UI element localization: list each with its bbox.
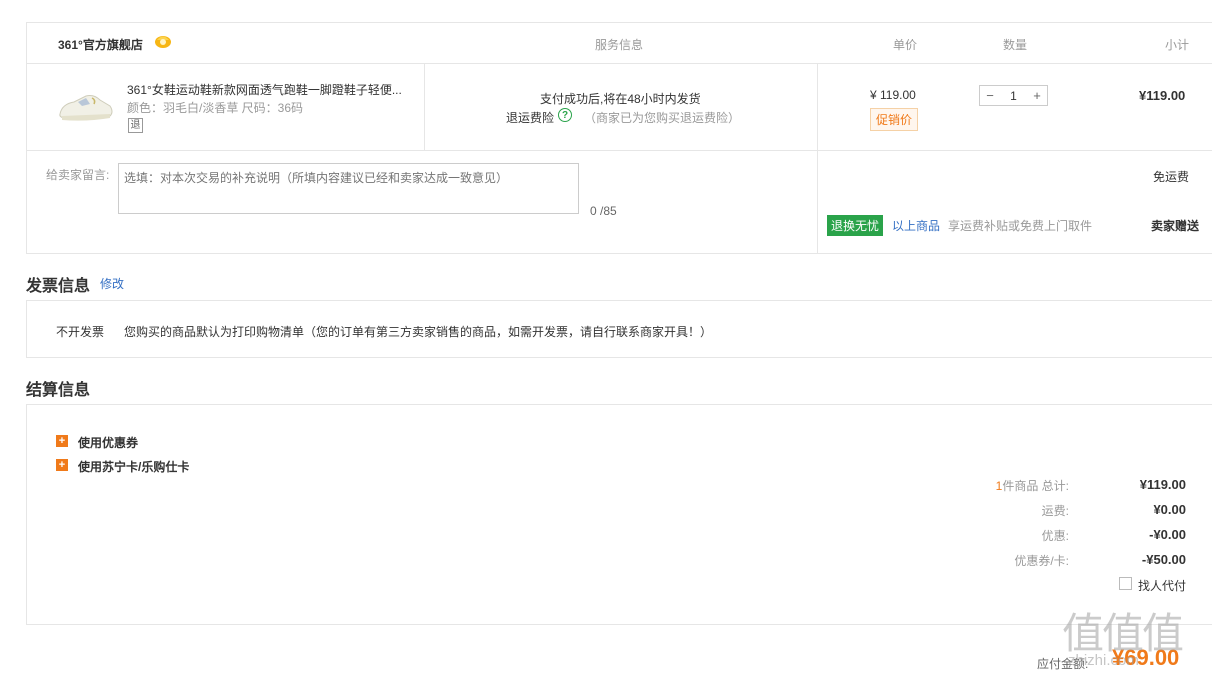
- product-spec: 颜色：羽毛白/淡香草 尺码：36码: [127, 101, 304, 115]
- expand-plus-icon[interactable]: +: [56, 459, 68, 471]
- qty-minus-button[interactable]: −: [980, 88, 1000, 103]
- divider: [817, 64, 818, 150]
- product-thumbnail[interactable]: [56, 82, 116, 128]
- item-subtotal: ¥119.00: [1139, 88, 1186, 103]
- col-subtotal: 小计: [1165, 38, 1190, 52]
- qty-value[interactable]: 1: [1001, 89, 1027, 103]
- summary-total-label: 1件商品 总计:: [995, 479, 1069, 493]
- divider: [817, 151, 818, 253]
- col-service: 服务信息: [595, 38, 644, 52]
- delivery-promise: 支付成功后,将在48小时内发货: [540, 92, 701, 106]
- summary-coupon-label: 优惠券/卡:: [1014, 554, 1069, 568]
- col-qty: 数量: [1003, 38, 1028, 52]
- unit-price: ¥ 119.00: [870, 88, 916, 102]
- watermark-url: zhizhi.com: [1068, 652, 1139, 669]
- summary-shipping-label: 运费:: [1041, 504, 1069, 518]
- return-goods-link[interactable]: 以上商品: [892, 217, 940, 234]
- expand-plus-icon[interactable]: +: [56, 435, 68, 447]
- summary-shipping-value: ¥0.00: [1153, 502, 1186, 517]
- col-price: 单价: [893, 38, 918, 52]
- invoice-title: 发票信息: [26, 278, 91, 295]
- divider: [424, 64, 425, 150]
- free-shipping: 免运费: [1153, 170, 1190, 184]
- message-counter: 0 /85: [590, 204, 617, 218]
- product-name[interactable]: 361°女鞋运动鞋新款网面透气跑鞋一脚蹬鞋子轻便...: [127, 81, 417, 98]
- summary-discount-value: -¥0.00: [1149, 527, 1186, 542]
- invoice-type: 不开发票: [56, 325, 105, 339]
- promo-badge: 促销价: [870, 108, 919, 131]
- help-icon[interactable]: ?: [558, 108, 572, 122]
- proxy-pay-checkbox[interactable]: [1119, 577, 1132, 590]
- return-desc: 享运费补贴或免费上门取件: [948, 219, 1093, 233]
- return-insurance-label: 退运费险: [506, 111, 555, 125]
- summary-total-value: ¥119.00: [1139, 477, 1186, 492]
- return-tag: 退: [128, 118, 143, 133]
- qty-plus-button[interactable]: +: [1027, 88, 1047, 103]
- seller-message-input[interactable]: [118, 163, 579, 214]
- seller-gift: 卖家赠送: [1151, 219, 1200, 233]
- return-worry-free-badge: 退换无忧: [827, 215, 884, 236]
- card-option[interactable]: 使用苏宁卡/乐购仕卡: [78, 458, 189, 475]
- quantity-stepper: − 1 +: [979, 85, 1048, 106]
- invoice-edit-link[interactable]: 修改: [100, 275, 124, 292]
- invoice-desc: 您购买的商品默认为打印购物清单（您的订单有第三方卖家销售的商品，如需开发票，请自…: [124, 325, 713, 339]
- shop-name[interactable]: 361°官方旗舰店: [58, 36, 143, 53]
- proxy-pay-label[interactable]: 找人代付: [1138, 577, 1186, 594]
- summary-discount-label: 优惠:: [1041, 529, 1069, 543]
- settlement-title: 结算信息: [26, 382, 91, 399]
- coupon-option[interactable]: 使用优惠券: [78, 434, 138, 451]
- summary-coupon-value: -¥50.00: [1141, 552, 1186, 567]
- message-label: 给卖家留言:: [46, 168, 110, 182]
- return-insurance-note: （商家已为您购买退运费险）: [584, 111, 741, 125]
- shop-badge-icon: [154, 33, 172, 49]
